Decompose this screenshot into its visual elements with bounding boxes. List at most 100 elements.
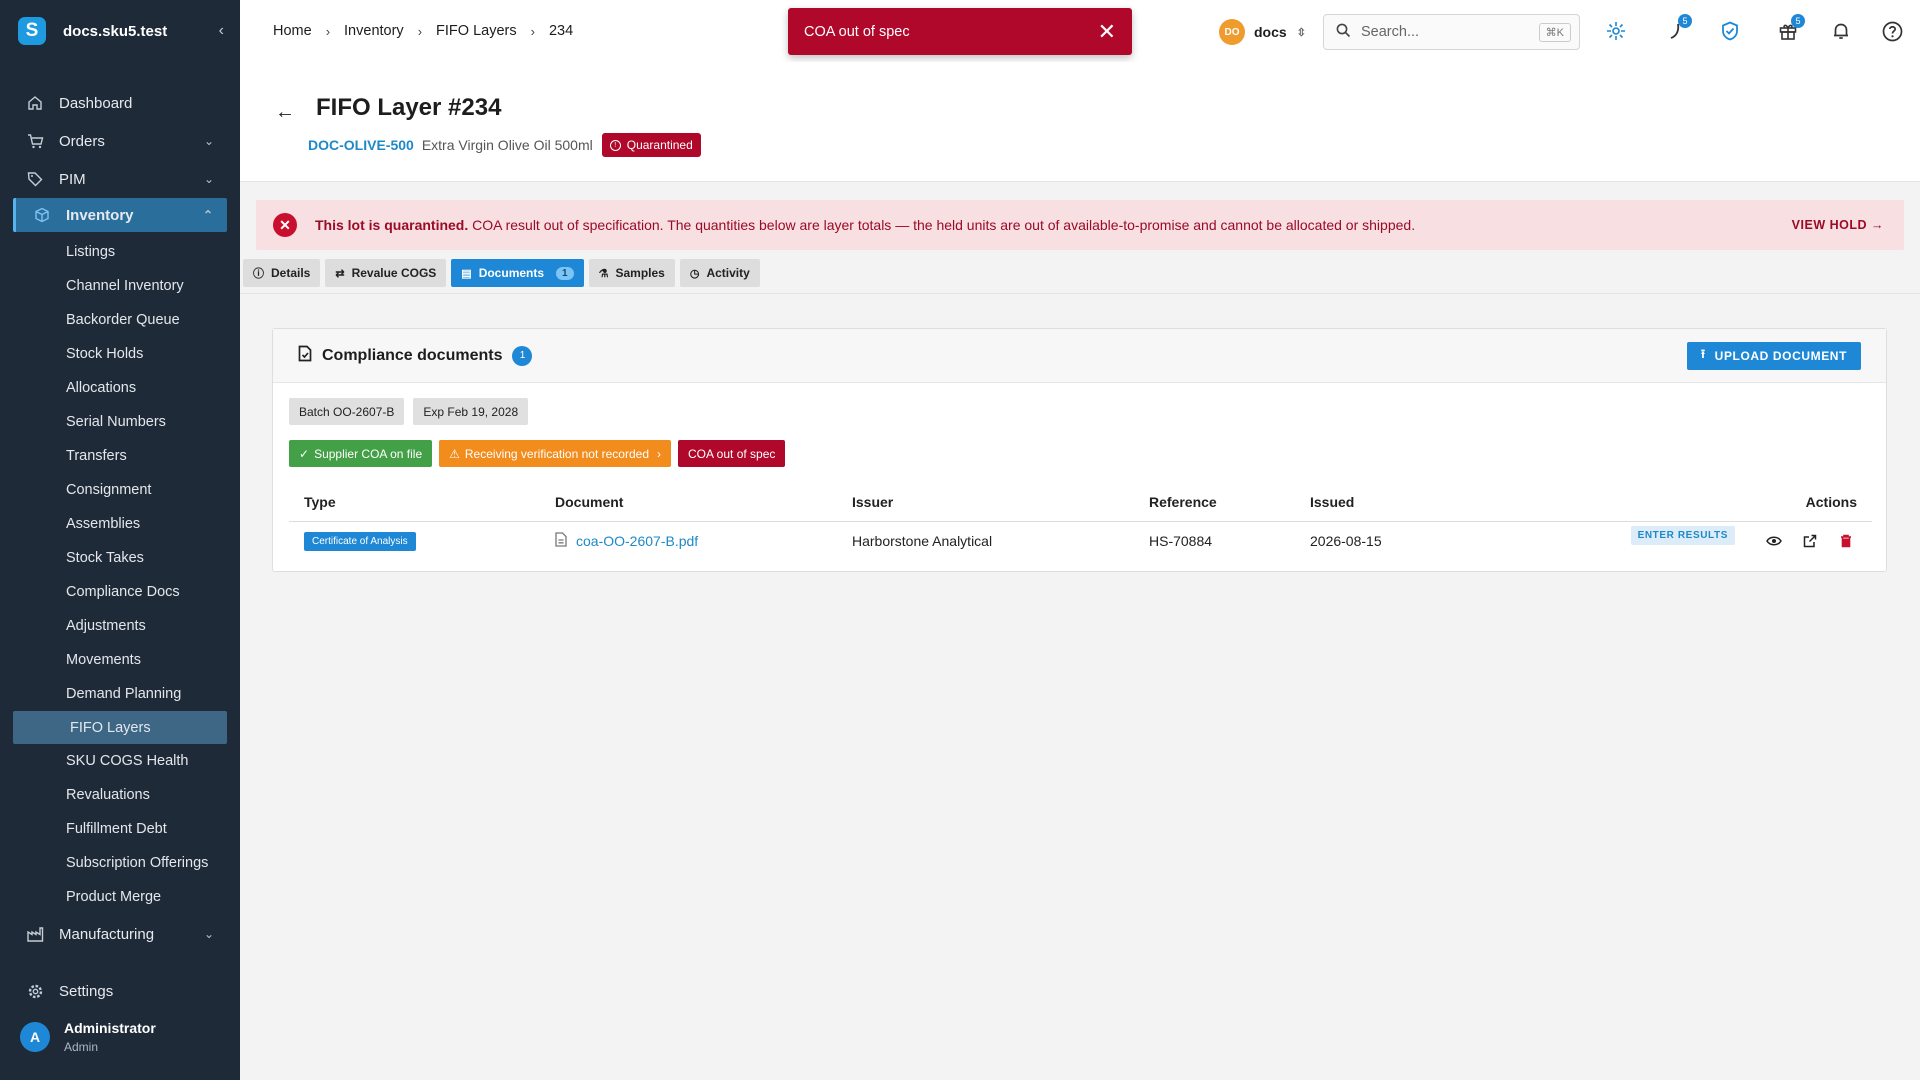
org-avatar: DO [1219, 19, 1245, 45]
tab-revalue-cogs[interactable]: ⇄ Revalue COGS [325, 259, 447, 287]
sidebar-subitem-transfers[interactable]: Transfers [0, 439, 240, 473]
open-external-icon[interactable] [1799, 530, 1821, 552]
close-icon[interactable]: ✕ [1098, 20, 1116, 43]
sidebar-settings-wrap: Settings [0, 972, 240, 1010]
view-hold-label: VIEW HOLD [1791, 218, 1868, 232]
error-circle-icon: ✕ [273, 213, 297, 237]
gear-icon [26, 982, 44, 1000]
chevron-down-icon: ⌄ [203, 172, 214, 186]
chevron-right-icon: › [657, 446, 661, 461]
page-header: ← FIFO Layer #234 DOC-OLIVE-500 Extra Vi… [240, 62, 1920, 182]
back-arrow-icon[interactable]: ← [275, 101, 295, 124]
sidebar-item-dashboard[interactable]: Dashboard [0, 84, 240, 122]
breadcrumb-current: 234 [548, 23, 574, 39]
compliance-documents-card: Compliance documents 1 ⭱ UPLOAD DOCUMENT… [272, 328, 1887, 572]
ai-sparkle-icon[interactable] [1604, 19, 1628, 43]
file-icon [555, 532, 567, 550]
activity-icon[interactable]: 5 [1663, 14, 1692, 43]
flask-icon: ⚗ [598, 267, 609, 280]
error-toast: COA out of spec ✕ [788, 8, 1132, 55]
sidebar-subitem-demand-planning[interactable]: Demand Planning [0, 677, 240, 711]
user-name: Administrator [64, 1020, 156, 1036]
sidebar-item-pim[interactable]: PIM ⌄ [0, 160, 240, 198]
search-input[interactable]: Search... ⌘K [1323, 14, 1580, 50]
batch-chip: Batch OO-2607-B [289, 398, 405, 425]
sidebar-subitem-allocations[interactable]: Allocations [0, 371, 240, 405]
page-title: FIFO Layer #234 [316, 94, 502, 121]
sidebar-subitem-stock-takes[interactable]: Stock Takes [0, 541, 240, 575]
chevron-down-icon: ⌄ [203, 134, 214, 148]
tab-label: Revalue COGS [351, 266, 437, 280]
document-link[interactable]: coa-OO-2607-B.pdf [555, 532, 698, 550]
bell-icon[interactable] [1829, 19, 1853, 43]
sidebar-subitem-assemblies[interactable]: Assemblies [0, 507, 240, 541]
sidebar-subitem-stock-holds[interactable]: Stock Holds [0, 337, 240, 371]
sidebar-subitem-consignment[interactable]: Consignment [0, 473, 240, 507]
sidebar-subitem-channel-inventory[interactable]: Channel Inventory [0, 269, 240, 303]
sidebar-item-manufacturing[interactable]: Manufacturing ⌄ [0, 915, 240, 953]
upload-icon: ⭱ [1700, 347, 1706, 361]
tab-activity[interactable]: ◷ Activity [679, 259, 760, 287]
tab-documents[interactable]: ▤ Documents 1 [451, 259, 584, 287]
sidebar-item-inventory[interactable]: Inventory ⌃ [13, 198, 227, 232]
type-chip: Certificate of Analysis [304, 532, 416, 552]
org-name[interactable]: docs.sku5.test [63, 23, 219, 40]
card-title: Compliance documents [322, 346, 503, 364]
help-icon[interactable] [1880, 19, 1904, 43]
gift-icon[interactable]: 5 [1776, 14, 1805, 43]
sidebar-subitem-fifo-layers[interactable]: FIFO Layers [13, 711, 227, 744]
info-icon: ⓘ [253, 268, 264, 280]
user-profile[interactable]: A Administrator Admin [20, 1020, 156, 1054]
receiving-verification-label: Receiving verification not recorded [464, 446, 649, 461]
sidebar-manufacturing-wrap: Manufacturing ⌄ [0, 915, 240, 953]
card-header: Compliance documents 1 ⭱ UPLOAD DOCUMENT [273, 329, 1886, 383]
product-name: Extra Virgin Olive Oil 500ml [421, 137, 593, 153]
sidebar-subitem-revaluations[interactable]: Revaluations [0, 778, 240, 812]
sidebar-item-settings[interactable]: Settings [0, 972, 240, 1010]
inventory-submenu: Listings Channel Inventory Backorder Que… [0, 232, 240, 914]
breadcrumb-home[interactable]: Home [273, 23, 312, 39]
tab-samples[interactable]: ⚗ Samples [588, 259, 675, 287]
cart-icon [26, 132, 44, 150]
org-switcher[interactable]: DO docs ⇳ [1219, 19, 1306, 45]
activity-badge: 5 [1678, 14, 1692, 28]
sidebar-subitem-movements[interactable]: Movements [0, 643, 240, 677]
breadcrumb-inventory[interactable]: Inventory [344, 23, 404, 39]
sidebar-subitem-compliance-docs[interactable]: Compliance Docs [0, 575, 240, 609]
cube-icon [33, 206, 51, 224]
collapse-sidebar-icon[interactable]: ‹ [219, 22, 224, 40]
supplier-coa-pill: ✓ Supplier COA on file [289, 440, 433, 467]
product-line: DOC-OLIVE-500 Extra Virgin Olive Oil 500… [308, 133, 701, 157]
sidebar-subitem-subscription-offerings[interactable]: Subscription Offerings [0, 846, 240, 880]
enter-results-button[interactable]: ENTER RESULTS [1630, 525, 1735, 545]
sidebar-subitem-backorder-queue[interactable]: Backorder Queue [0, 303, 240, 337]
sidebar-item-label: Dashboard [59, 94, 133, 112]
shield-icon[interactable] [1718, 19, 1742, 43]
sidebar-subitem-sku-cogs-health[interactable]: SKU COGS Health [0, 744, 240, 778]
sku-link[interactable]: DOC-OLIVE-500 [308, 137, 414, 153]
tab-label: Samples [615, 266, 665, 280]
sidebar-subitem-adjustments[interactable]: Adjustments [0, 609, 240, 643]
trash-icon[interactable] [1835, 530, 1857, 552]
sidebar-subitem-product-merge[interactable]: Product Merge [0, 880, 240, 914]
breadcrumb-fifo-layers[interactable]: FIFO Layers [436, 23, 517, 39]
user-info: Administrator Admin [64, 1020, 156, 1054]
chevron-up-icon: ⌃ [202, 208, 213, 222]
receiving-verification-pill[interactable]: ⚠ Receiving verification not recorded › [439, 440, 671, 467]
sidebar-item-orders[interactable]: Orders ⌄ [0, 122, 240, 160]
view-hold-link[interactable]: VIEW HOLD → [1792, 218, 1884, 232]
sidebar-subitem-serial-numbers[interactable]: Serial Numbers [0, 405, 240, 439]
sidebar-subitem-listings[interactable]: Listings [0, 235, 240, 269]
document-filename: coa-OO-2607-B.pdf [576, 533, 699, 550]
sidebar: S docs.sku5.test ‹ Dashboard Orders ⌄ PI… [0, 0, 240, 1080]
sidebar-subitem-fulfillment-debt[interactable]: Fulfillment Debt [0, 812, 240, 846]
eye-icon[interactable] [1763, 530, 1785, 552]
breadcrumb: Home › Inventory › FIFO Layers › 234 [240, 23, 573, 39]
tab-details[interactable]: ⓘ Details [243, 259, 321, 287]
sidebar-header: S docs.sku5.test ‹ [0, 0, 240, 62]
app-logo: S [18, 17, 46, 45]
upload-document-button[interactable]: ⭱ UPLOAD DOCUMENT [1686, 341, 1861, 370]
col-actions: Actions [1495, 483, 1872, 522]
upload-label: UPLOAD DOCUMENT [1714, 348, 1847, 363]
currency-exchange-icon: ⇄ [335, 267, 345, 280]
